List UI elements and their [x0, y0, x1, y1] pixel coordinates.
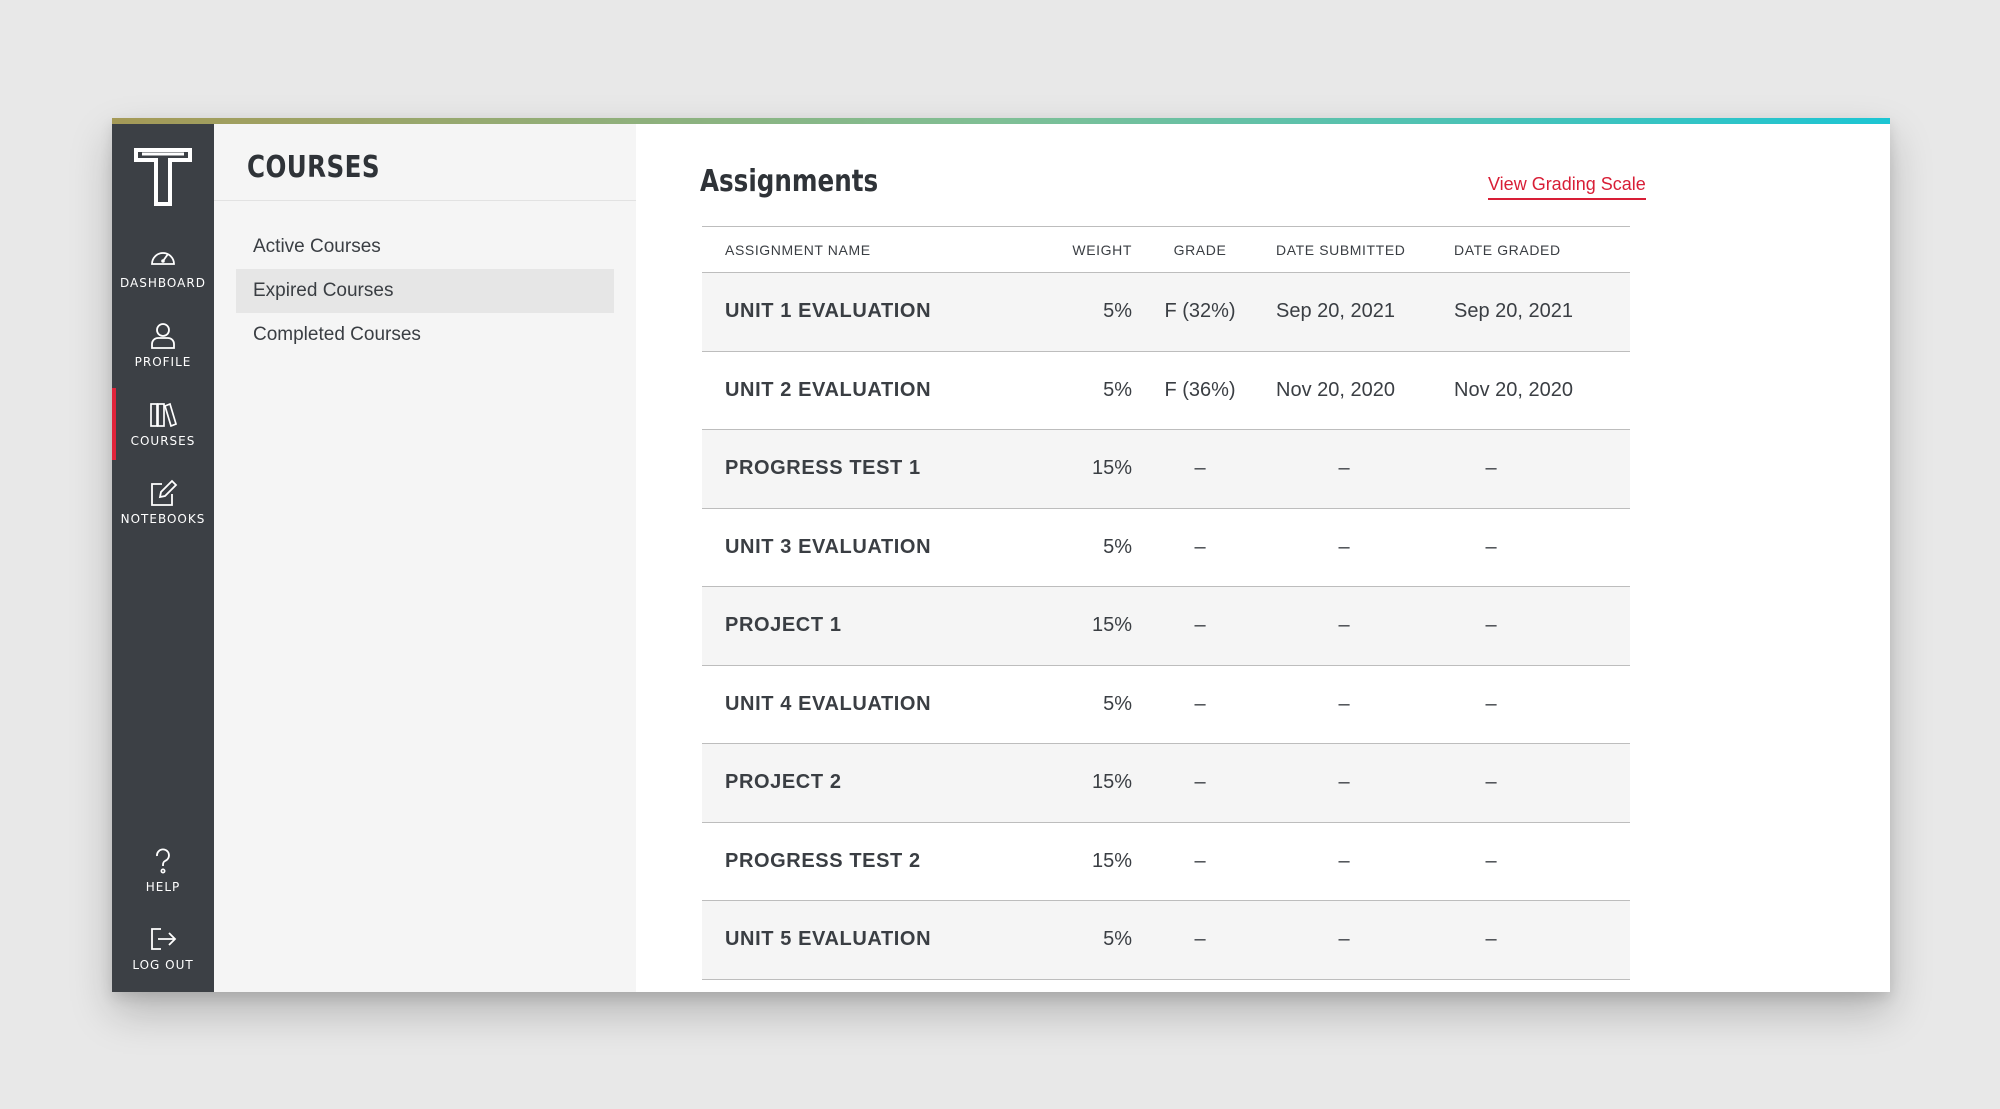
left-rail: DASHBOARD PROFILE COURSES NOTEBOOKS HELP… [112, 118, 214, 992]
subnav-list: Active Courses Expired Courses Completed… [236, 225, 614, 357]
logout-icon [151, 928, 177, 950]
assignment-weight: 5% [1103, 928, 1132, 951]
assignment-date-graded: – [1485, 849, 1497, 872]
assignment-date-graded: – [1485, 535, 1497, 558]
column-header-date-graded[interactable]: DATE GRADED [1432, 242, 1630, 258]
assignment-grade: – [1194, 535, 1206, 558]
rail-item-profile[interactable]: PROFILE [112, 309, 214, 381]
subnav-header: COURSES [214, 118, 636, 201]
assignment-date-submitted: – [1338, 614, 1350, 637]
column-header-name[interactable]: ASSIGNMENT NAME [702, 242, 1042, 258]
column-header-date-submitted[interactable]: DATE SUBMITTED [1256, 242, 1432, 258]
assignment-name: UNIT 1 EVALUATION [725, 300, 932, 323]
assignment-grade: F (32%) [1164, 300, 1236, 323]
assignment-weight: 15% [1091, 614, 1132, 637]
assignment-name: UNIT 5 EVALUATION [725, 928, 932, 951]
assignment-name: PROGRESS TEST 2 [725, 849, 921, 872]
assignment-weight: 5% [1103, 378, 1132, 401]
rail-label: PROFILE [134, 355, 192, 369]
assignment-name: UNIT 3 EVALUATION [725, 535, 932, 558]
assignment-weight: 5% [1103, 692, 1132, 715]
rail-label: NOTEBOOKS [120, 512, 206, 526]
table-header: ASSIGNMENT NAME WEIGHT GRADE DATE SUBMIT… [702, 227, 1630, 273]
column-header-weight[interactable]: WEIGHT [1042, 242, 1144, 258]
assignment-grade: – [1194, 928, 1206, 951]
table-row[interactable]: UNIT 2 EVALUATION 5% F (36%) Nov 20, 202… [702, 352, 1630, 430]
main-content: Assignments View Grading Scale ASSIGNMEN… [636, 118, 1890, 992]
subnav-title: COURSES [247, 150, 380, 185]
assignment-name: UNIT 2 EVALUATION [725, 378, 932, 401]
page-title: Assignments [700, 164, 879, 199]
rail-item-help[interactable]: HELP [112, 834, 214, 906]
rail-item-logout[interactable]: LOG OUT [112, 912, 214, 984]
assignment-date-graded: – [1485, 771, 1497, 794]
assignments-table: ASSIGNMENT NAME WEIGHT GRADE DATE SUBMIT… [702, 226, 1630, 980]
courses-subnav: COURSES Active Courses Expired Courses C… [214, 118, 636, 992]
assignment-date-submitted: – [1338, 692, 1350, 715]
subnav-item-completed-courses[interactable]: Completed Courses [236, 313, 614, 357]
assignment-date-submitted: – [1338, 849, 1350, 872]
assignment-grade: – [1194, 849, 1206, 872]
view-grading-scale-link[interactable]: View Grading Scale [1488, 174, 1646, 200]
table-row[interactable]: PROJECT 1 15% – – – [702, 587, 1630, 666]
assignment-weight: 15% [1091, 771, 1132, 794]
table-row[interactable]: PROGRESS TEST 1 15% – – – [702, 430, 1630, 509]
assignment-date-submitted: Nov 20, 2020 [1276, 378, 1395, 401]
assignment-date-submitted: Sep 20, 2021 [1276, 300, 1395, 323]
rail-item-dashboard[interactable]: DASHBOARD [112, 230, 214, 302]
books-icon [150, 402, 178, 428]
pencil-edit-icon [151, 479, 178, 506]
assignment-weight: 15% [1091, 849, 1132, 872]
assignment-weight: 5% [1103, 300, 1132, 323]
assignment-date-submitted: – [1338, 535, 1350, 558]
app-window: DASHBOARD PROFILE COURSES NOTEBOOKS HELP… [112, 118, 1890, 992]
subnav-item-expired-courses[interactable]: Expired Courses [236, 269, 614, 313]
assignment-name: PROJECT 2 [725, 771, 842, 794]
rail-label: DASHBOARD [120, 276, 206, 290]
table-row[interactable]: UNIT 1 EVALUATION 5% F (32%) Sep 20, 202… [702, 273, 1630, 352]
assignment-grade: F (36%) [1164, 378, 1236, 401]
assignment-weight: 15% [1091, 457, 1132, 480]
help-question-icon [156, 848, 170, 874]
assignment-name: PROGRESS TEST 1 [725, 457, 921, 480]
assignment-date-submitted: – [1338, 457, 1350, 480]
assignment-date-graded: – [1485, 457, 1497, 480]
top-gradient-bar [112, 118, 1890, 124]
assignment-date-graded: Nov 20, 2020 [1454, 378, 1573, 401]
rail-label: LOG OUT [132, 958, 194, 972]
assignment-grade: – [1194, 692, 1206, 715]
column-header-grade[interactable]: GRADE [1144, 242, 1256, 258]
rail-label: COURSES [130, 434, 196, 448]
dashboard-gauge-icon [151, 252, 175, 265]
assignment-date-submitted: – [1338, 771, 1350, 794]
table-row[interactable]: PROJECT 2 15% – – – [702, 744, 1630, 823]
table-row[interactable]: UNIT 3 EVALUATION 5% – – – [702, 509, 1630, 587]
assignment-grade: – [1194, 457, 1206, 480]
assignment-date-graded: – [1485, 928, 1497, 951]
assignment-grade: – [1194, 614, 1206, 637]
assignment-date-submitted: – [1338, 928, 1350, 951]
rail-item-courses[interactable]: COURSES [112, 388, 214, 460]
table-row[interactable]: UNIT 5 EVALUATION 5% – – – [702, 901, 1630, 980]
rail-item-notebooks[interactable]: NOTEBOOKS [112, 466, 214, 538]
assignment-grade: – [1194, 771, 1206, 794]
assignment-name: PROJECT 1 [725, 614, 842, 637]
rail-label: HELP [145, 880, 181, 894]
assignment-name: UNIT 4 EVALUATION [725, 692, 932, 715]
subnav-item-active-courses[interactable]: Active Courses [236, 225, 614, 269]
table-row[interactable]: UNIT 4 EVALUATION 5% – – – [702, 666, 1630, 744]
assignment-date-graded: – [1485, 692, 1497, 715]
assignment-date-graded: – [1485, 614, 1497, 637]
assignment-weight: 5% [1103, 535, 1132, 558]
logo-icon[interactable] [134, 146, 192, 206]
table-row[interactable]: PROGRESS TEST 2 15% – – – [702, 823, 1630, 901]
person-icon [151, 323, 175, 349]
assignment-date-graded: Sep 20, 2021 [1454, 300, 1573, 323]
